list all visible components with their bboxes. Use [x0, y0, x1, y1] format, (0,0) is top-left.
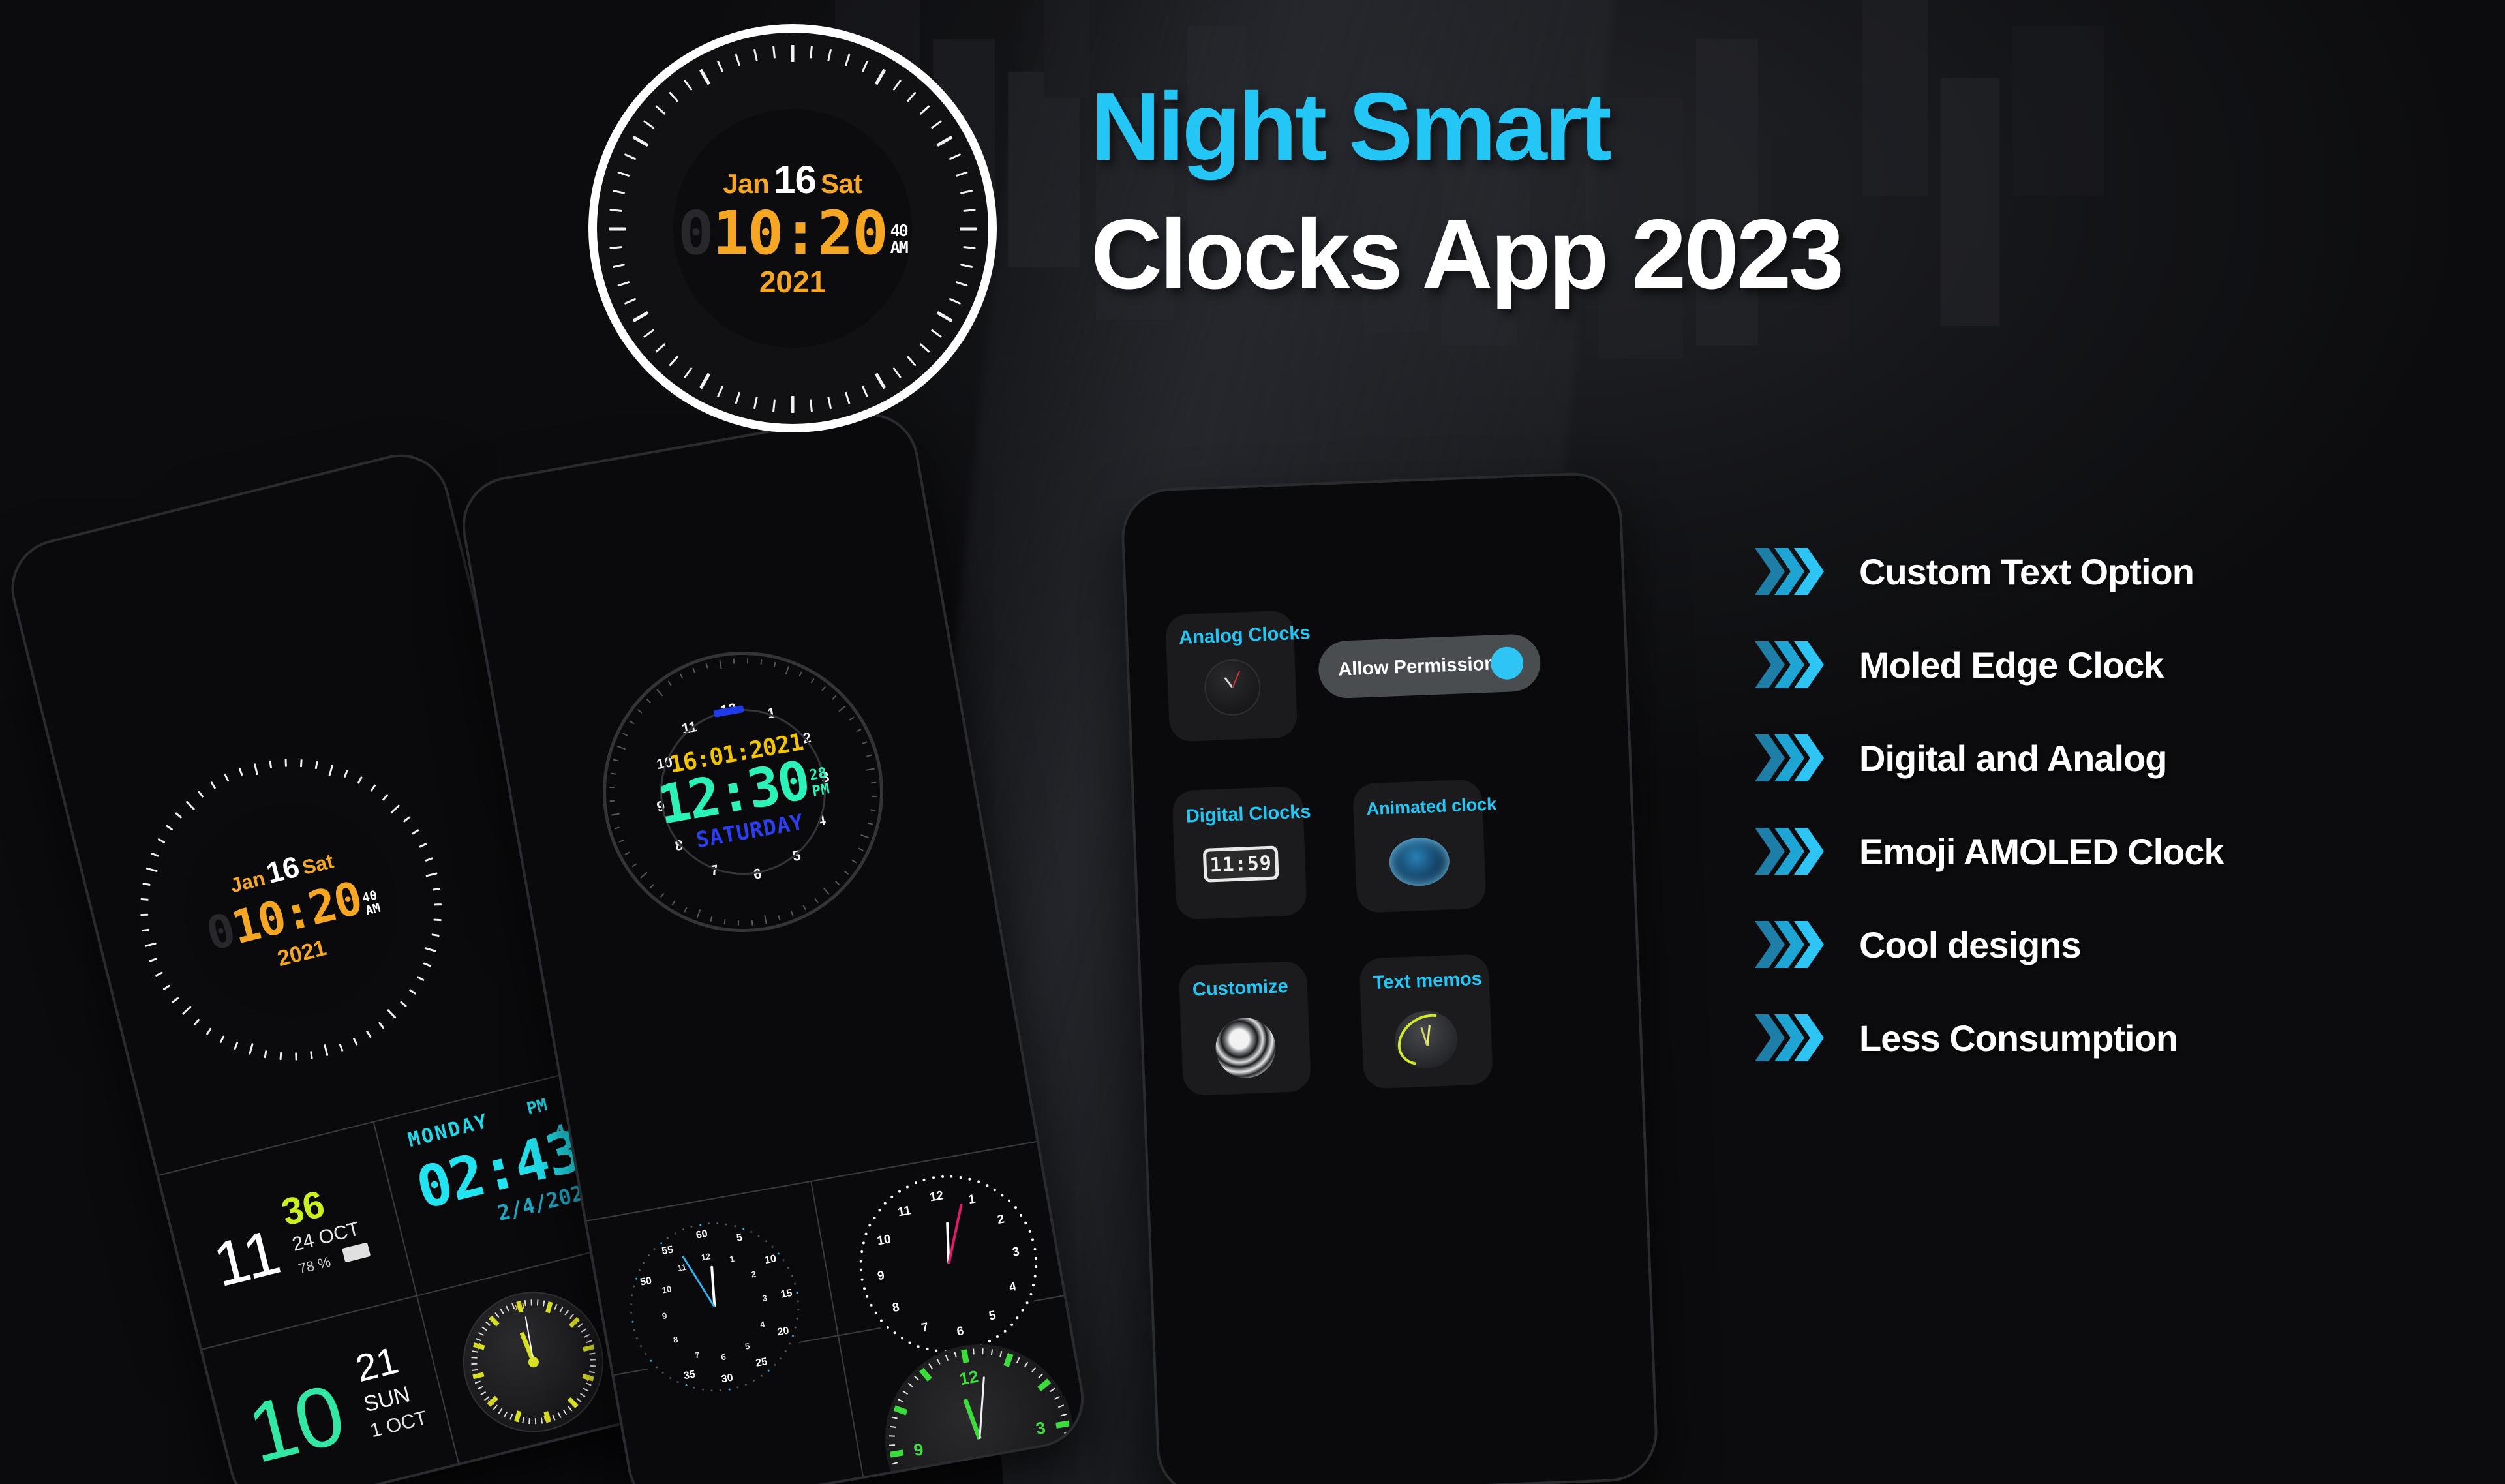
allow-permission-toggle[interactable]	[1490, 646, 1525, 680]
memo-clock-icon	[1388, 1003, 1465, 1076]
mid-watch-meridiem: PM	[811, 781, 831, 800]
gear-icon	[1214, 1016, 1277, 1080]
title-line-2: Clocks App 2023	[1091, 198, 1844, 310]
toggle-knob	[1490, 646, 1525, 680]
widget-hour: 11	[206, 1217, 287, 1301]
hero-seconds: 40	[890, 221, 909, 241]
tile-customize-label: Customize	[1192, 975, 1289, 1001]
analog-clock-icon	[1203, 658, 1262, 717]
widget-battery: 78 %	[296, 1253, 333, 1277]
allow-permission-row[interactable]: Allow Permission	[1317, 633, 1541, 699]
allow-permission-label: Allow Permission	[1337, 652, 1496, 680]
hero-time: 10:20	[712, 198, 888, 268]
analog-clock-pink: 121234567891011	[840, 1156, 1057, 1372]
digital-analog-clock-widget: 121234567891011 16:01:2021 12:30 28 PM S…	[581, 629, 905, 954]
widget-minimal-10: 10 21 SUN 1 OCT	[235, 1324, 456, 1484]
tile-customize[interactable]: Customize	[1178, 960, 1312, 1097]
tile-digital-clocks-label: Digital Clocks	[1185, 801, 1312, 827]
triple-chevron-icon	[1755, 548, 1830, 595]
triple-chevron-icon	[1755, 641, 1830, 688]
tile-text-memos-label: Text memos	[1373, 968, 1483, 993]
widget-meridiem: PM	[524, 1095, 550, 1119]
animated-clock-icon	[1388, 836, 1451, 887]
feature-label: Moled Edge Clock	[1859, 644, 2164, 686]
hero-amoled-watch: Jan 16 Sat 0 10:20 40 AM 2021	[597, 33, 988, 424]
feature-item: Less Consumption	[1755, 1014, 2472, 1061]
widget-hour: 10	[239, 1365, 354, 1481]
analog-clock-yellow: XII I II III IV V	[448, 1277, 618, 1447]
feature-label: Cool designs	[1859, 924, 2082, 965]
widget-minimal-36: 11 36 24 OCT 78 %	[192, 1154, 407, 1326]
title-line-1: Night Smart	[1091, 73, 1612, 181]
feature-item: Cool designs	[1755, 921, 2472, 968]
promo-banner: Jan16Sat 0 10:20 40 AM 2021 11 36 24 OCT 78 %…	[0, 0, 2505, 1484]
feature-label: Custom Text Option	[1859, 551, 2194, 592]
tile-text-memos[interactable]: Text memos	[1359, 954, 1493, 1089]
hero-meridiem: AM	[890, 237, 909, 257]
triple-chevron-icon	[1755, 921, 1830, 968]
widget-grid-divider	[810, 1180, 864, 1477]
tile-animated-clock[interactable]: Animated clock	[1352, 779, 1497, 913]
headline-block: Night Smart Clocks App 2023	[1091, 78, 2330, 305]
hero-year: 2021	[759, 265, 827, 299]
feature-item: Custom Text Option	[1755, 548, 2472, 595]
tile-analog-clocks-label: Analog Clocks	[1178, 622, 1311, 648]
feature-item: Moled Edge Clock	[1755, 641, 2472, 688]
watch-dial: Jan 16 Sat 0 10:20 40 AM 2021	[673, 109, 912, 348]
triple-chevron-icon	[1755, 828, 1830, 875]
hero-day: 16	[774, 157, 817, 202]
tile-analog-clocks[interactable]: Analog Clocks	[1164, 610, 1311, 742]
feature-list: Custom Text Option Moled Edge Clock Digi…	[1755, 548, 2472, 1108]
analog-clock-blue: 1212345678910116051015202530355055	[609, 1201, 821, 1413]
triple-chevron-icon	[1755, 734, 1830, 781]
feature-label: Emoji AMOLED Clock	[1859, 830, 2224, 872]
feature-item: Digital and Analog	[1755, 734, 2472, 781]
feature-item: Emoji AMOLED Clock	[1755, 828, 2472, 875]
feature-label: Less Consumption	[1859, 1017, 2178, 1059]
battery-icon	[342, 1242, 371, 1263]
widget-minute: 21	[351, 1339, 403, 1391]
hero-leading-zero: 0	[678, 198, 714, 268]
tile-digital-clocks[interactable]: Digital Clocks 11:59	[1172, 785, 1311, 920]
hero-month: Jan	[723, 168, 770, 199]
phone-mockup-right: Analog Clocks Allow Permission Digital C…	[1122, 473, 1657, 1484]
tile-animated-clock-label: Animated clock	[1366, 794, 1497, 819]
feature-label: Digital and Analog	[1859, 737, 2167, 779]
hero-weekday: Sat	[820, 168, 862, 199]
amoled-edge-clock-widget: Jan16Sat 0 10:20 40 AM 2021	[105, 723, 477, 1096]
flip-clock-icon: 11:59	[1202, 845, 1279, 883]
triple-chevron-icon	[1755, 1014, 1830, 1061]
